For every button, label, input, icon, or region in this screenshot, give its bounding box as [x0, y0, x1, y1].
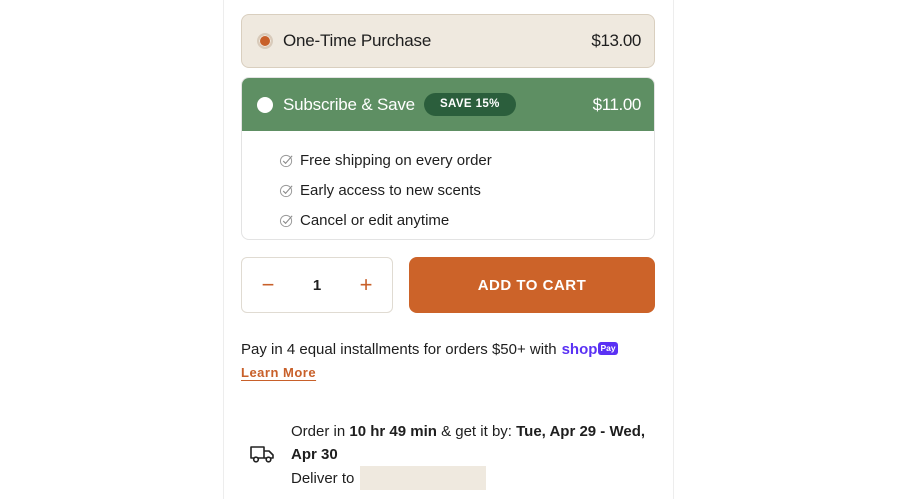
one-time-price: $13.00: [591, 31, 641, 50]
benefit-item: Free shipping on every order: [279, 145, 654, 175]
check-icon: [279, 214, 293, 227]
quantity-value[interactable]: 1: [294, 277, 340, 294]
deliver-to-label: Deliver to: [291, 469, 355, 487]
order-countdown: 10 hr 49 min: [349, 423, 437, 440]
shop-pay-badge: Pay: [598, 342, 618, 355]
benefit-text: Cancel or edit anytime: [300, 211, 450, 229]
benefit-text: Free shipping on every order: [300, 151, 492, 169]
check-icon: [279, 184, 293, 197]
learn-more-link[interactable]: Learn More: [241, 365, 316, 380]
shop-pay-logo: shop: [561, 341, 598, 358]
subscribe-option: Subscribe & Save SAVE 15% $11.00 Free sh…: [241, 77, 655, 240]
benefit-item: Cancel or edit anytime: [279, 205, 654, 235]
subscribe-price: $11.00: [592, 94, 642, 114]
benefit-item: Early access to new scents: [279, 175, 654, 205]
subscribe-header[interactable]: Subscribe & Save SAVE 15% $11.00: [242, 78, 654, 131]
increase-quantity-button[interactable]: +: [340, 274, 392, 296]
one-time-radio[interactable]: [257, 33, 273, 49]
delivery-estimate: Order in 10 hr 49 min & get it by: Tue, …: [291, 420, 651, 466]
subscribe-benefits-list: Free shipping on every order Early acces…: [242, 131, 654, 235]
order-middle: & get it by:: [441, 423, 512, 440]
one-time-label: One-Time Purchase: [283, 31, 432, 50]
deliver-to: Deliver to: [291, 466, 487, 490]
subscribe-radio[interactable]: [257, 96, 273, 113]
delivery-truck-icon: [250, 446, 274, 463]
quantity-stepper: − 1 +: [241, 257, 393, 313]
order-prefix: Order in: [291, 423, 346, 440]
installments-text: Pay in 4 equal installments for orders $…: [241, 341, 557, 358]
benefit-text: Early access to new scents: [300, 181, 481, 199]
delivery-address-placeholder[interactable]: [360, 466, 487, 490]
check-icon: [279, 154, 293, 167]
save-badge: SAVE 15%: [423, 93, 516, 116]
installments-message: Pay in 4 equal installments for orders $…: [241, 341, 618, 358]
decrease-quantity-button[interactable]: −: [242, 274, 294, 296]
add-to-cart-button[interactable]: ADD TO CART: [409, 257, 655, 313]
subscribe-label: Subscribe & Save: [283, 94, 415, 114]
one-time-purchase-option[interactable]: One-Time Purchase $13.00: [241, 14, 655, 68]
